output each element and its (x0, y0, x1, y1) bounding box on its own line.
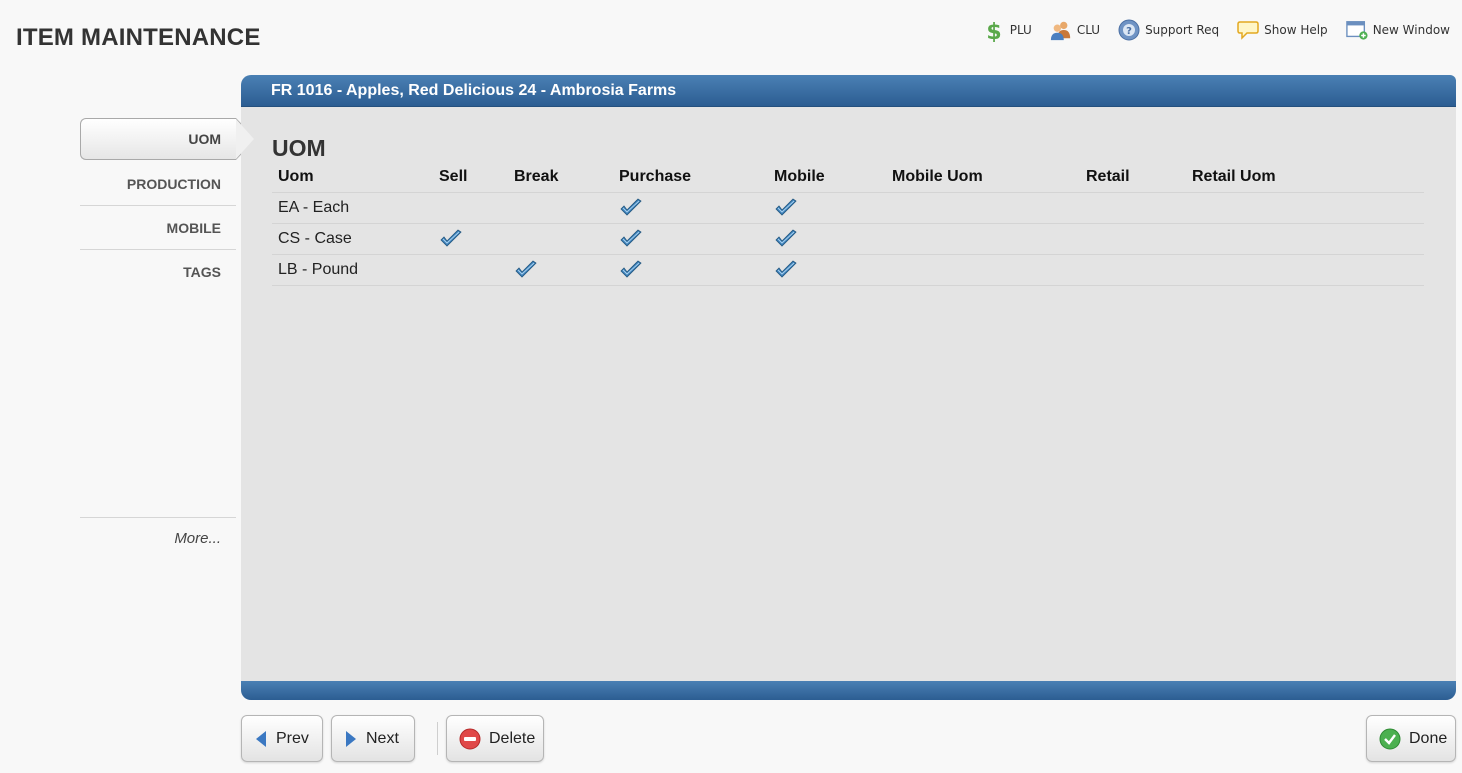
table-row: CS - Case (272, 223, 1424, 255)
check-circle-icon (1379, 728, 1401, 750)
cell-retail-uom (1186, 192, 1424, 224)
cell-mobile-uom (886, 254, 1080, 286)
cell-retail-uom (1186, 223, 1424, 255)
svg-text:?: ? (1126, 26, 1132, 37)
table-header-row: Uom Sell Break Purchase Mobile Mobile Uo… (272, 163, 1424, 193)
cell-break (508, 223, 613, 255)
cell-mobile (768, 192, 886, 224)
support-req-link[interactable]: ? Support Req (1118, 16, 1219, 44)
nav-item-mobile[interactable]: MOBILE (80, 206, 236, 250)
show-help-link[interactable]: Show Help (1237, 16, 1328, 44)
dollar-icon: $ (983, 18, 1005, 42)
prev-button[interactable]: Prev (241, 715, 323, 762)
cell-retail (1080, 192, 1186, 224)
more-link[interactable]: More... (80, 530, 221, 547)
panel-header: FR 1016 - Apples, Red Delicious 24 - Amb… (241, 75, 1456, 107)
page-title: ITEM MAINTENANCE (16, 24, 261, 51)
cell-sell (433, 192, 508, 224)
table-row: LB - Pound (272, 254, 1424, 286)
nav-item-tags[interactable]: TAGS (80, 250, 236, 294)
cell-uom: CS - Case (272, 223, 433, 255)
section-title: UOM (272, 135, 326, 161)
check-icon (619, 197, 643, 216)
next-label: Next (366, 729, 399, 747)
nav-item-uom[interactable]: UOM (80, 118, 256, 160)
cell-mobile (768, 223, 886, 255)
check-icon (774, 197, 798, 216)
support-req-label: Support Req (1145, 23, 1220, 37)
col-mobile-uom: Mobile Uom (886, 163, 1080, 193)
clu-link[interactable]: CLU (1050, 16, 1100, 44)
cell-mobile-uom (886, 192, 1080, 224)
panel-footer (241, 681, 1456, 700)
cell-purchase (613, 223, 768, 255)
delete-button[interactable]: Delete (446, 715, 544, 762)
cell-break (508, 192, 613, 224)
uom-table: Uom Sell Break Purchase Mobile Mobile Uo… (272, 163, 1424, 286)
cell-break (508, 254, 613, 286)
arrow-left-icon (254, 730, 268, 748)
check-icon (439, 228, 463, 247)
cell-sell (433, 223, 508, 255)
new-window-icon (1345, 18, 1368, 42)
check-icon (619, 259, 643, 278)
cell-retail (1080, 223, 1186, 255)
speech-bubble-icon (1237, 18, 1259, 42)
cell-retail-uom (1186, 254, 1424, 286)
cell-retail (1080, 254, 1186, 286)
cell-mobile-uom (886, 223, 1080, 255)
done-button[interactable]: Done (1366, 715, 1456, 762)
users-icon (1050, 18, 1072, 42)
col-mobile: Mobile (768, 163, 886, 193)
arrow-right-icon (344, 730, 358, 748)
delete-icon (459, 728, 481, 750)
uom-panel: FR 1016 - Apples, Red Delicious 24 - Amb… (241, 75, 1456, 700)
col-retail-uom: Retail Uom (1186, 163, 1424, 193)
check-icon (774, 259, 798, 278)
side-nav: UOM PRODUCTION MOBILE TAGS (80, 118, 256, 294)
cell-purchase (613, 192, 768, 224)
more-divider (80, 517, 236, 518)
cell-uom: LB - Pound (272, 254, 433, 286)
check-icon (619, 228, 643, 247)
done-label: Done (1409, 729, 1448, 747)
nav-item-production[interactable]: PRODUCTION (80, 162, 236, 206)
cell-purchase (613, 254, 768, 286)
show-help-label: Show Help (1264, 23, 1328, 37)
prev-label: Prev (276, 729, 309, 747)
clu-label: CLU (1076, 23, 1101, 37)
cell-mobile (768, 254, 886, 286)
cell-uom: EA - Each (272, 192, 433, 224)
col-purchase: Purchase (613, 163, 768, 193)
col-break: Break (508, 163, 613, 193)
next-button[interactable]: Next (331, 715, 415, 762)
table-row: EA - Each (272, 192, 1424, 224)
col-uom: Uom (272, 163, 433, 193)
cell-sell (433, 254, 508, 286)
col-retail: Retail (1080, 163, 1186, 193)
button-separator (437, 722, 438, 755)
col-sell: Sell (433, 163, 508, 193)
svg-text:$: $ (986, 20, 1001, 42)
new-window-label: New Window (1372, 23, 1450, 37)
help-circle-icon: ? (1118, 18, 1140, 42)
check-icon (514, 259, 538, 278)
top-action-bar: $ PLU CLU ? Support Req Show Help New Wi… (983, 16, 1450, 44)
plu-label: PLU (1009, 23, 1032, 37)
new-window-link[interactable]: New Window (1345, 16, 1450, 44)
plu-link[interactable]: $ PLU (983, 16, 1032, 44)
delete-label: Delete (489, 729, 536, 747)
check-icon (774, 228, 798, 247)
